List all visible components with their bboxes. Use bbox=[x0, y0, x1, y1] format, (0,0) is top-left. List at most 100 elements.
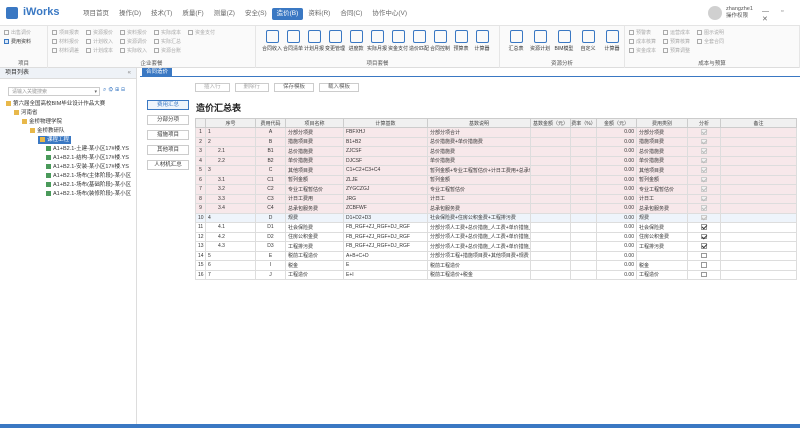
table-row[interactable]: 13 4.3 D3 工程排污费 FB_RGF+ZJ_RGF+DJ_RGF 分部分项人工费+… bbox=[195, 241, 797, 252]
cell-rate[interactable] bbox=[570, 222, 597, 233]
ribbon-button[interactable]: 预算调整 bbox=[663, 47, 690, 54]
cell-name[interactable]: 分部分项费 bbox=[285, 127, 344, 138]
cell-base[interactable]: ZJCSF bbox=[343, 146, 428, 157]
cell-remark[interactable] bbox=[720, 136, 797, 147]
cell-name[interactable]: 总价措施费 bbox=[285, 146, 344, 157]
cell-remark[interactable] bbox=[720, 250, 797, 261]
cell-cat[interactable]: 计日工 bbox=[636, 193, 688, 204]
cell-base_amt[interactable] bbox=[530, 127, 571, 138]
cell-name[interactable]: 税前工程造价 bbox=[285, 250, 344, 261]
cell-cat[interactable] bbox=[636, 250, 688, 261]
cell-name[interactable]: 暂列金额 bbox=[285, 174, 344, 185]
cell-desc[interactable]: 税前工程造价 bbox=[427, 260, 531, 271]
cell-base_amt[interactable] bbox=[530, 212, 571, 223]
cell-base_amt[interactable] bbox=[530, 184, 571, 195]
tree-node[interactable]: A1+B2.1-结构-某小区17#楼.YS bbox=[46, 154, 129, 162]
cell-amt[interactable]: 0.00 bbox=[596, 250, 637, 261]
cell-code[interactable]: D2 bbox=[255, 231, 286, 242]
cell-name[interactable]: 计日工费用 bbox=[285, 193, 344, 204]
cell-code[interactable]: E bbox=[255, 250, 286, 261]
ribbon-button[interactable]: 计算器 bbox=[470, 28, 494, 52]
cell-desc[interactable]: 总价措施费+单价措施费 bbox=[427, 136, 531, 147]
cell-cat[interactable]: 社会保险费 bbox=[636, 222, 688, 233]
cell-cat[interactable]: 税金 bbox=[636, 260, 688, 271]
cell-name[interactable]: 社会保险费 bbox=[285, 222, 344, 233]
cell-cat[interactable]: 暂列金额 bbox=[636, 174, 688, 185]
ribbon-button[interactable]: 出售调价 bbox=[4, 29, 31, 36]
cell-amt[interactable]: 0.00 bbox=[596, 155, 637, 166]
cell-cat[interactable]: 专业工程暂估价 bbox=[636, 184, 688, 195]
cell-remark[interactable] bbox=[720, 127, 797, 138]
cell-name[interactable]: 单价措施费 bbox=[285, 155, 344, 166]
cell-name[interactable]: 其他项目费 bbox=[285, 165, 344, 176]
section-button[interactable]: 分部分项 bbox=[147, 115, 189, 125]
menu-item[interactable]: 安全(S) bbox=[240, 8, 272, 20]
tree-node[interactable]: A1+B2.1-安装-某小区17#楼.YS bbox=[46, 163, 129, 171]
cell-base_amt[interactable] bbox=[530, 250, 571, 261]
cell-name[interactable]: 措施项目费 bbox=[285, 136, 344, 147]
cell-cat[interactable]: 分部分项费 bbox=[636, 127, 688, 138]
cell-cat[interactable]: 住房公积金费 bbox=[636, 231, 688, 242]
cell-remark[interactable] bbox=[720, 146, 797, 157]
analysis-checkbox[interactable] bbox=[701, 224, 707, 230]
action-button[interactable]: 删除行 bbox=[234, 83, 270, 92]
cell-rate[interactable] bbox=[570, 184, 597, 195]
cell-desc[interactable]: 分部分项人工费+总价措施_人工费+单价措施_人工费 bbox=[427, 241, 531, 252]
cell-base[interactable]: E+I bbox=[343, 269, 428, 280]
cell-cat[interactable]: 总承包服务费 bbox=[636, 203, 688, 214]
cell-rate[interactable] bbox=[570, 136, 597, 147]
analysis-checkbox[interactable] bbox=[701, 271, 707, 278]
cell-code[interactable]: C bbox=[255, 165, 286, 176]
cell-name[interactable]: 总承包服务费 bbox=[285, 203, 344, 214]
cell-base_amt[interactable] bbox=[530, 174, 571, 185]
action-button[interactable]: 插入行 bbox=[195, 83, 230, 92]
cell-amt[interactable]: 0.00 bbox=[596, 146, 637, 157]
ribbon-button[interactable]: 实际汇总 bbox=[154, 38, 181, 45]
cell-desc[interactable]: 计日工 bbox=[427, 193, 531, 204]
ribbon-button[interactable]: 自定义 bbox=[576, 28, 600, 52]
cell-base_amt[interactable] bbox=[530, 203, 571, 214]
cell-code[interactable]: C3 bbox=[255, 193, 286, 204]
tree-node[interactable]: A1+B2.1-场布(基础阶段)-某小区 bbox=[46, 181, 131, 189]
cell-amt[interactable]: 0.00 bbox=[596, 165, 637, 176]
ribbon-button[interactable]: 费用资料 bbox=[4, 38, 31, 45]
cell-rate[interactable] bbox=[570, 193, 597, 204]
cell-code[interactable]: D1 bbox=[255, 222, 286, 233]
cell-base[interactable]: E bbox=[343, 260, 428, 271]
cell-remark[interactable] bbox=[720, 184, 797, 195]
tab-contract-cost[interactable]: 合同造价 bbox=[142, 68, 173, 77]
ribbon-button[interactable]: 资源报价 bbox=[86, 29, 113, 36]
cell-cat[interactable]: 单价措施费 bbox=[636, 155, 688, 166]
cell-base_amt[interactable] bbox=[530, 260, 571, 271]
cell-amt[interactable]: 0.00 bbox=[596, 269, 637, 280]
cell-code[interactable]: C1 bbox=[255, 174, 286, 185]
cell-desc[interactable]: 专业工程暂估价 bbox=[427, 184, 531, 195]
ribbon-button[interactable]: 成本核算 bbox=[629, 38, 656, 45]
ribbon-button[interactable]: 资金支付 bbox=[188, 29, 215, 36]
cell-name[interactable]: 工程排污费 bbox=[285, 241, 344, 252]
table-row[interactable]: 6 3.1 C1 暂列金额 ZLJE 暂列金额 0.00 暂列金额 bbox=[195, 174, 797, 185]
cell-cat[interactable]: 工程排污费 bbox=[636, 241, 688, 252]
cell-base[interactable]: FB_RGF+ZJ_RGF+DJ_RGF bbox=[343, 222, 428, 233]
cell-cat[interactable]: 总价措施费 bbox=[636, 146, 688, 157]
table-row[interactable]: 3 2.1 B1 总价措施费 ZJCSF 总价措施费 0.00 总价措施费 bbox=[195, 146, 797, 157]
analysis-checkbox[interactable] bbox=[701, 262, 707, 268]
analysis-checkbox[interactable] bbox=[701, 252, 707, 259]
cell-rate[interactable] bbox=[570, 212, 597, 223]
table-row[interactable]: 1 1 A 分部分项费 FBFXHJ 分部分项合计 0.00 分部分项费 bbox=[195, 127, 797, 138]
cell-desc[interactable]: 暂列金额+专业工程暂估价+计日工费用+总承包服务费 bbox=[427, 165, 531, 176]
cell-name[interactable]: 工程造价 bbox=[285, 269, 344, 280]
cell-base[interactable]: FB_RGF+ZJ_RGF+DJ_RGF bbox=[343, 241, 428, 252]
cell-remark[interactable] bbox=[720, 269, 797, 280]
ribbon-button[interactable]: 图示说明 bbox=[697, 29, 724, 36]
cell-desc[interactable]: 社会保险费+住房公积金费+工程排污费 bbox=[427, 212, 531, 223]
cell-rate[interactable] bbox=[570, 241, 597, 252]
action-button[interactable]: 保存模板 bbox=[274, 83, 315, 92]
section-button[interactable]: 费用汇总 bbox=[147, 100, 189, 110]
ribbon-button[interactable]: 项目报表 bbox=[52, 29, 79, 36]
cell-code[interactable]: A bbox=[255, 127, 286, 138]
cell-amt[interactable]: 0.00 bbox=[596, 184, 637, 195]
cell-remark[interactable] bbox=[720, 193, 797, 204]
cell-rate[interactable] bbox=[570, 165, 597, 176]
table-row[interactable]: 4 2.2 B2 单价措施费 DJCSF 单价措施费 0.00 单价措施费 bbox=[195, 155, 797, 166]
